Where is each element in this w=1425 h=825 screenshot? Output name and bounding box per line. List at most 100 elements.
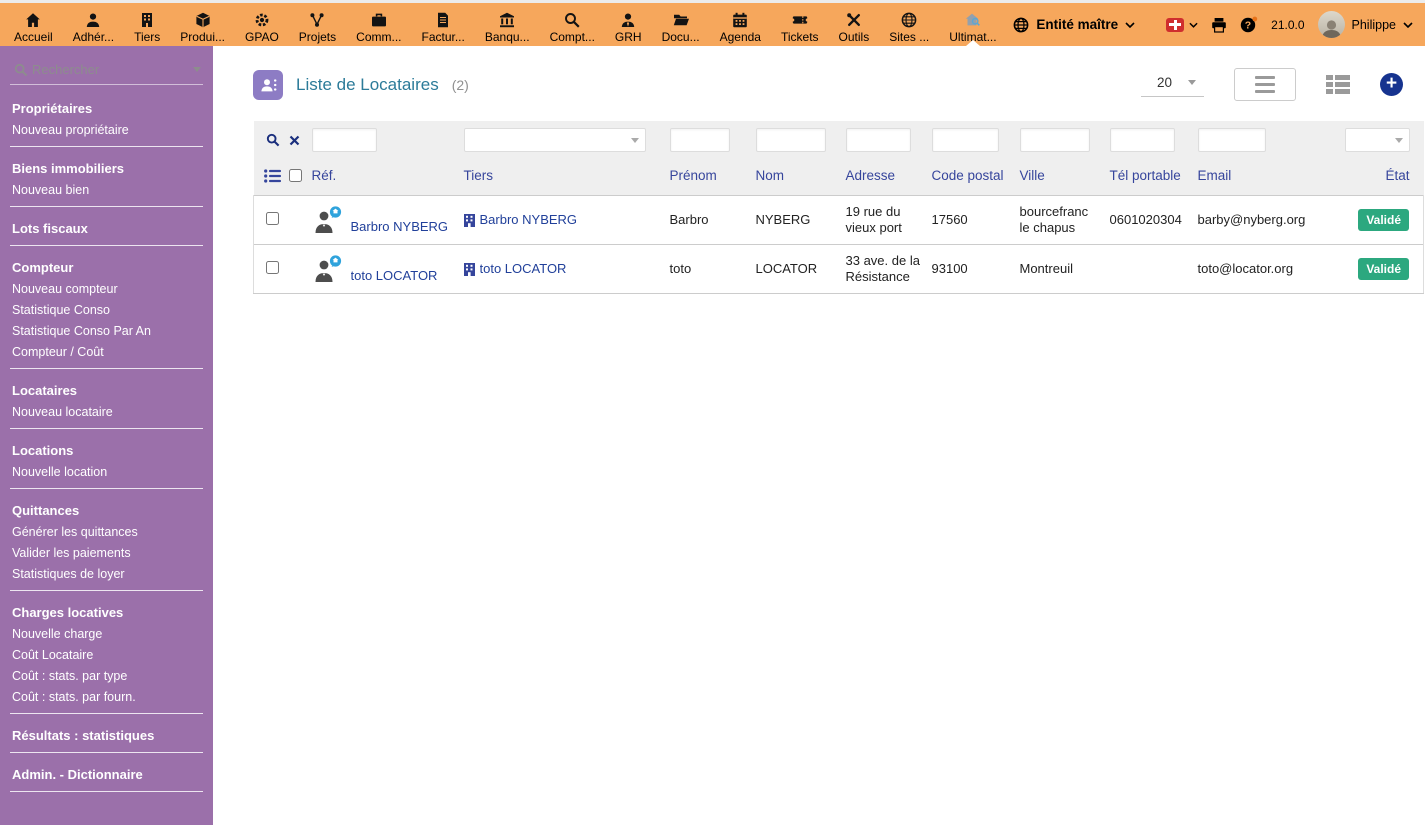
topbar-item-documents[interactable]: Docu...: [652, 3, 710, 46]
column-header-nom[interactable]: Nom: [755, 158, 846, 196]
column-header-etat[interactable]: État: [1323, 158, 1424, 196]
list-view-button[interactable]: [1234, 68, 1296, 101]
topbar-item-sites[interactable]: Sites ...: [879, 3, 939, 46]
sidebar-section-title[interactable]: Locataires: [0, 375, 213, 401]
grid-view-button[interactable]: [1326, 75, 1350, 94]
apply-filter-icon[interactable]: [266, 133, 280, 147]
filter-nom-input[interactable]: [755, 128, 826, 152]
filter-tel-input[interactable]: [1109, 128, 1175, 152]
sidebar-separator: [10, 590, 203, 591]
sidebar-link[interactable]: Générer les quittances: [0, 521, 213, 542]
row-checkbox[interactable]: [266, 260, 279, 274]
column-header-ville[interactable]: Ville: [1019, 158, 1110, 196]
column-header-prenom[interactable]: Prénom: [669, 158, 756, 196]
cell-adresse: 33 ave. de la Résistance: [845, 244, 932, 294]
column-header-ref[interactable]: Réf.: [311, 158, 464, 196]
calendar-icon: [733, 12, 748, 28]
cell-ville: bourcefranc le chapus: [1019, 195, 1110, 245]
sidebar-link[interactable]: Nouvelle charge: [0, 623, 213, 644]
topbar-item-accueil[interactable]: Accueil: [4, 3, 63, 46]
page-title: Liste de Locataires: [296, 74, 439, 94]
sidebar-link[interactable]: Nouveau propriétaire: [0, 119, 213, 140]
sidebar-link[interactable]: Coût : stats. par fourn.: [0, 686, 213, 707]
sidebar-section-title[interactable]: Biens immobiliers: [0, 153, 213, 179]
invoice-icon: [438, 12, 449, 28]
sidebar-section-title[interactable]: Compteur: [0, 252, 213, 278]
language-selector[interactable]: [1166, 17, 1198, 32]
topbar-item-outils[interactable]: Outils: [829, 3, 880, 46]
help-icon[interactable]: ?: [1240, 16, 1258, 33]
house-search-icon: [966, 13, 981, 26]
add-tenant-button[interactable]: +: [1380, 73, 1403, 96]
print-icon[interactable]: [1211, 17, 1227, 33]
ticket-icon: [791, 16, 808, 24]
filter-email-input[interactable]: [1197, 128, 1266, 152]
topbar-item-tickets[interactable]: Tickets: [771, 3, 829, 46]
sidebar-link[interactable]: Nouveau locataire: [0, 401, 213, 422]
topbar-item-adherents[interactable]: Adhér...: [63, 3, 124, 46]
page-size-select[interactable]: 20: [1140, 72, 1204, 97]
address-book-icon: [253, 69, 283, 100]
sidebar-menu: Propriétaires Nouveau propriétaire Biens i…: [0, 93, 213, 792]
sidebar-search-input[interactable]: [28, 62, 193, 77]
filter-etat-select[interactable]: [1344, 128, 1410, 152]
sidebar-section-title[interactable]: Charges locatives: [0, 597, 213, 623]
column-header-tel[interactable]: Tél portable: [1109, 158, 1198, 196]
row-checkbox[interactable]: [266, 211, 279, 225]
topbar-item-comptabilite[interactable]: Compt...: [540, 3, 605, 46]
filter-tiers-select[interactable]: [463, 128, 646, 152]
chevron-down-icon[interactable]: [193, 67, 201, 72]
building-icon: [142, 13, 153, 27]
sidebar-link[interactable]: Nouveau bien: [0, 179, 213, 200]
column-header-email[interactable]: Email: [1197, 158, 1324, 196]
filter-code-postal-input[interactable]: [931, 128, 999, 152]
version-label: 21.0.0: [1271, 17, 1305, 32]
tiers-link[interactable]: Barbro NYBERG: [480, 212, 578, 228]
cell-code-postal: 93100: [931, 244, 1020, 294]
sidebar-section-title[interactable]: Résultats : statistiques: [0, 720, 213, 746]
sidebar-link[interactable]: Nouvelle location: [0, 461, 213, 482]
topbar-item-agenda[interactable]: Agenda: [710, 3, 771, 46]
topbar-item-grh[interactable]: GRH: [605, 3, 652, 46]
cell-tel: 0601020304: [1109, 195, 1198, 245]
sidebar-link[interactable]: Compteur / Coût: [0, 341, 213, 362]
entity-selector[interactable]: Entité maître: [1013, 17, 1135, 33]
sitemap-icon: [310, 13, 325, 27]
sidebar-section-title[interactable]: Propriétaires: [0, 93, 213, 119]
topbar-item-gpao[interactable]: GPAO: [235, 3, 289, 46]
column-header-adresse[interactable]: Adresse: [845, 158, 932, 196]
sidebar-link[interactable]: Statistique Conso: [0, 299, 213, 320]
sidebar-section-title[interactable]: Quittances: [0, 495, 213, 521]
filter-adresse-input[interactable]: [845, 128, 911, 152]
tiers-link[interactable]: toto LOCATOR: [480, 261, 567, 277]
column-header-code-postal[interactable]: Code postal: [931, 158, 1020, 196]
sidebar-link[interactable]: Coût : stats. par type: [0, 665, 213, 686]
sidebar-section-title[interactable]: Locations: [0, 435, 213, 461]
sidebar-link[interactable]: Statistiques de loyer: [0, 563, 213, 584]
filter-ref-input[interactable]: [311, 128, 377, 152]
filter-ville-input[interactable]: [1019, 128, 1090, 152]
list-fields-icon[interactable]: [263, 168, 281, 183]
select-all-checkbox[interactable]: [288, 169, 302, 182]
topbar-item-ultimate[interactable]: Ultimat...: [939, 3, 1006, 46]
sidebar-link[interactable]: Valider les paiements: [0, 542, 213, 563]
user-menu[interactable]: Philippe: [1317, 11, 1413, 38]
sidebar-link[interactable]: Statistique Conso Par An: [0, 320, 213, 341]
topbar-item-tiers[interactable]: Tiers: [124, 3, 170, 46]
clear-filter-icon[interactable]: [289, 135, 300, 146]
topbar-item-banques[interactable]: Banqu...: [475, 3, 540, 46]
status-badge: Validé: [1358, 209, 1409, 231]
tenant-ref-link[interactable]: Barbro NYBERG: [351, 219, 449, 235]
sidebar-link[interactable]: Nouveau compteur: [0, 278, 213, 299]
sidebar-link[interactable]: Coût Locataire: [0, 644, 213, 665]
topbar-item-projets[interactable]: Projets: [289, 3, 346, 46]
sidebar-section-title[interactable]: Lots fiscaux: [0, 213, 213, 239]
filter-prenom-input[interactable]: [669, 128, 730, 152]
topbar-item-produits[interactable]: Produi...: [170, 3, 235, 46]
topbar-item-facturation[interactable]: Factur...: [412, 3, 475, 46]
tenant-ref-link[interactable]: toto LOCATOR: [351, 268, 438, 284]
column-header-tiers[interactable]: Tiers: [463, 158, 670, 196]
topbar-item-commerce[interactable]: Comm...: [346, 3, 411, 46]
sidebar-separator: [10, 206, 203, 207]
sidebar-section-title[interactable]: Admin. - Dictionnaire: [0, 759, 213, 785]
